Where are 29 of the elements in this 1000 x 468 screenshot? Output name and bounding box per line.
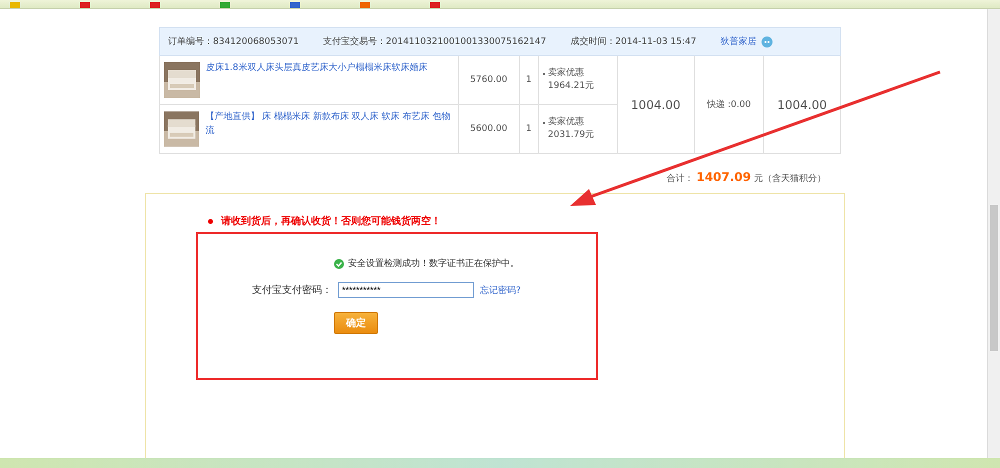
sum-label: 合计： — [666, 172, 694, 185]
amount-cell: 1004.00 — [617, 56, 694, 154]
deal-time: 成交时间：2014-11-03 15:47 — [570, 36, 696, 48]
scroll-thumb[interactable] — [990, 205, 998, 351]
bullet-icon — [542, 122, 545, 124]
price-cell: 5760.00 — [458, 56, 520, 104]
quantity-cell: 1 — [519, 56, 538, 104]
price-cell: 5600.00 — [458, 104, 520, 154]
security-text: 安全设置检测成功！数字证书正在保护中。 — [348, 258, 519, 270]
discount-cell: 卖家优惠 1964.21元 — [538, 56, 618, 104]
order-number: 订单编号：834120068053071 — [168, 36, 299, 48]
trade-number: 支付宝交易号：2014110321001001330075162147 — [322, 36, 546, 48]
warning-text: 请收到货后，再确认收货！否则您可能钱货两空！ — [221, 214, 441, 228]
sum-unit: 元（含天猫积分） — [754, 172, 826, 185]
forgot-password-link[interactable]: 忘记密码? — [480, 284, 521, 296]
shop-link[interactable]: 狄普家居 — [720, 35, 756, 48]
quantity-cell: 1 — [519, 104, 538, 154]
sum-value: 1407.09 — [696, 170, 751, 184]
product-link[interactable]: 【产地直供】 床 榻榻米床 新款布床 双人床 软床 布艺床 包物流 — [205, 111, 454, 138]
total-cell: 1004.00 — [764, 56, 840, 154]
chat-icon[interactable] — [761, 36, 774, 48]
bullet-icon — [542, 72, 545, 75]
check-icon — [334, 258, 344, 268]
scrollbar[interactable] — [987, 9, 1000, 458]
password-label: 支付宝支付密码： — [252, 284, 332, 297]
shipping-cell: 快递 :0.00 — [694, 56, 764, 154]
bullet-icon — [208, 218, 213, 224]
password-field[interactable]: *********** — [338, 282, 474, 298]
product-link[interactable]: 皮床1.8米双人床头层真皮艺床大小户榻榻米床软床婚床 — [206, 62, 428, 76]
